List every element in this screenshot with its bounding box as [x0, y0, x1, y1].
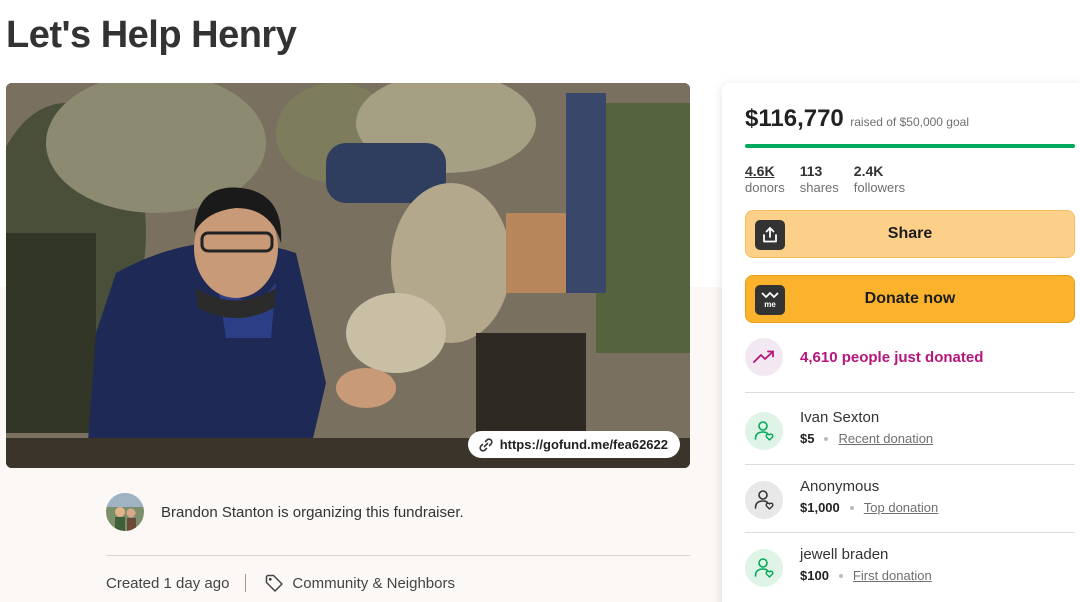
- brand-icon: me: [755, 285, 785, 315]
- dot-separator: [824, 436, 829, 441]
- donation-type-link[interactable]: Top donation: [864, 500, 938, 515]
- stat-label: donors: [745, 180, 785, 195]
- donor-divider: [745, 532, 1075, 533]
- stats-row: 4.6K donors 113 shares 2.4K followers: [745, 163, 905, 195]
- donor-heart-icon: [745, 549, 783, 587]
- trending-up-icon: [745, 338, 783, 376]
- progress-fill: [745, 144, 1075, 148]
- donor-heart-icon: [745, 481, 783, 519]
- goal-text: raised of $50,000 goal: [850, 115, 969, 129]
- divider: [106, 555, 690, 556]
- donation-card: $116,770 raised of $50,000 goal 4.6K don…: [722, 83, 1080, 602]
- fundraiser-meta: Created 1 day ago Community & Neighbors: [106, 573, 455, 593]
- stat-shares: 113 shares: [800, 163, 839, 195]
- stat-donors[interactable]: 4.6K donors: [745, 163, 785, 195]
- donor-divider: [745, 392, 1075, 393]
- meta-separator: [245, 574, 247, 592]
- page-title: Let's Help Henry: [6, 14, 297, 56]
- donor-detail: $5 Recent donation: [800, 431, 933, 446]
- donation-type-link[interactable]: Recent donation: [838, 431, 933, 446]
- dot-separator: [849, 505, 854, 510]
- stat-followers: 2.4K followers: [854, 163, 905, 195]
- donor-info: jewell braden $100 First donation: [800, 546, 932, 583]
- svg-text:me: me: [764, 300, 776, 309]
- donation-type-link[interactable]: First donation: [853, 568, 932, 583]
- donor-amount: $1,000: [800, 500, 840, 515]
- donate-now-button[interactable]: me Donate now: [745, 275, 1075, 323]
- donor-name: Ivan Sexton: [800, 409, 880, 426]
- share-button-label[interactable]: Share: [888, 225, 932, 243]
- hero-image[interactable]: https://gofund.me/fea62622: [6, 83, 690, 468]
- stat-value: 113: [799, 163, 823, 179]
- share-link-text[interactable]: https://gofund.me/fea62622: [500, 437, 668, 452]
- donor-info: Anonymous $1,000 Top donation: [800, 478, 938, 515]
- recent-activity: 4,610 people just donated: [745, 338, 983, 376]
- link-icon: [479, 437, 493, 452]
- share-button[interactable]: Share: [745, 210, 1075, 258]
- recent-activity-text: 4,610 people just donated: [800, 348, 984, 366]
- hero-photo: [6, 83, 690, 468]
- stat-label: shares: [799, 180, 839, 195]
- donate-button-label[interactable]: Donate now: [865, 290, 956, 308]
- donor-detail: $1,000 Top donation: [800, 500, 938, 515]
- donor-item: Anonymous $1,000 Top donation: [745, 478, 938, 519]
- stat-value: 2.4K: [853, 163, 884, 179]
- category-label[interactable]: Community & Neighbors: [292, 575, 455, 592]
- donor-detail: $100 First donation: [800, 568, 932, 583]
- raised-summary: $116,770 raised of $50,000 goal: [745, 105, 969, 133]
- donor-item: jewell braden $100 First donation: [745, 546, 932, 587]
- progress-bar: [745, 144, 1075, 148]
- donor-amount: $100: [800, 568, 829, 583]
- donor-divider: [745, 464, 1075, 465]
- tag-icon: [266, 574, 284, 592]
- donor-name: jewell braden: [800, 546, 889, 563]
- donor-heart-icon: [745, 412, 783, 450]
- donor-info: Ivan Sexton $5 Recent donation: [800, 409, 933, 446]
- created-date: Created 1 day ago: [106, 574, 230, 592]
- organizer-row: Brandon Stanton is organizing this fundr…: [106, 493, 690, 531]
- donor-amount: $5: [800, 431, 815, 446]
- share-link-pill[interactable]: https://gofund.me/fea62622: [467, 431, 680, 458]
- stat-label: followers: [853, 180, 906, 195]
- donor-item: Ivan Sexton $5 Recent donation: [745, 409, 933, 450]
- organizer-text: Brandon Stanton is organizing this fundr…: [161, 503, 464, 521]
- avatar[interactable]: [106, 493, 144, 531]
- share-icon: [755, 220, 785, 250]
- donor-name: Anonymous: [800, 478, 880, 495]
- category-link[interactable]: Community & Neighbors: [264, 573, 455, 593]
- stat-value[interactable]: 4.6K: [745, 163, 785, 179]
- dot-separator: [838, 573, 843, 578]
- raised-amount: $116,770: [745, 105, 844, 132]
